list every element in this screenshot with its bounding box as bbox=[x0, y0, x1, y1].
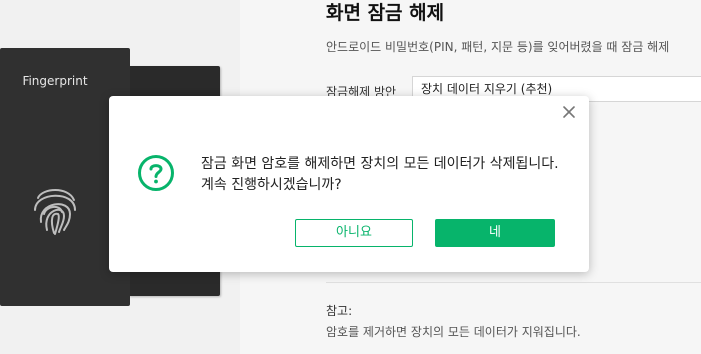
close-icon[interactable] bbox=[559, 102, 579, 122]
page-subtitle: 안드로이드 비밀번호(PIN, 패턴, 지문 등)를 잊어버렸을 때 잠금 해제 bbox=[326, 40, 670, 54]
phone-title: Fingerprint bbox=[22, 74, 88, 88]
no-button[interactable]: 아니요 bbox=[295, 219, 413, 247]
page-title: 화면 잠금 해제 bbox=[326, 2, 445, 24]
note-title: 참고: bbox=[326, 304, 353, 318]
yes-button[interactable]: 네 bbox=[435, 219, 555, 247]
fingerprint-icon bbox=[30, 180, 80, 240]
confirm-dialog: 잠금 화면 암호를 해제하면 장치의 모든 데이터가 삭제됩니다. 계속 진행하… bbox=[109, 96, 589, 272]
divider bbox=[326, 282, 701, 283]
question-circle-icon bbox=[137, 154, 175, 196]
dialog-message: 잠금 화면 암호를 해제하면 장치의 모든 데이터가 삭제됩니다. 계속 진행하… bbox=[201, 156, 559, 193]
unlock-method-value: 장치 데이터 지우기 (추천) bbox=[421, 82, 553, 96]
note-body: 암호를 제거하면 장치의 모든 데이터가 지워집니다. bbox=[326, 325, 581, 339]
